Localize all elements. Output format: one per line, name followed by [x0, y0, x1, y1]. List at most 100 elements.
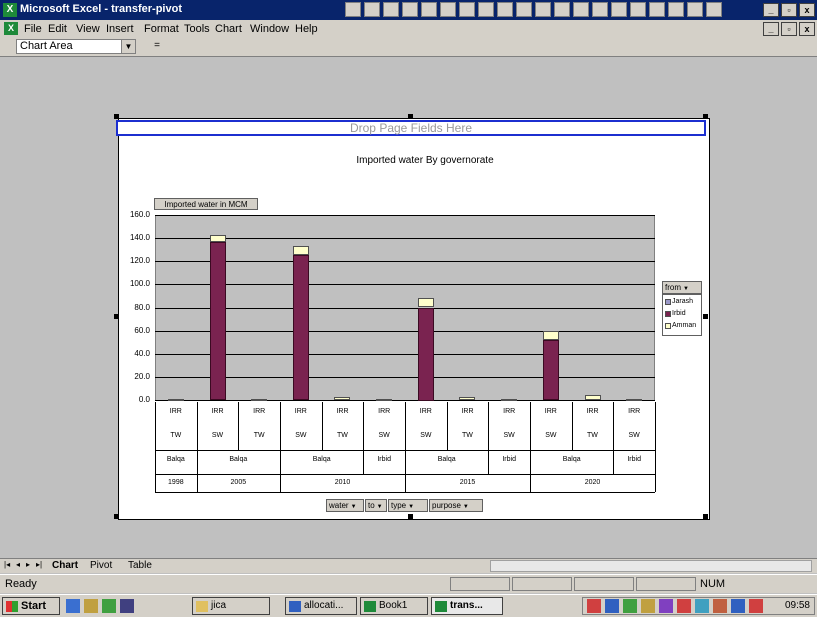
app-icon[interactable]: [102, 599, 116, 613]
bar-amman[interactable]: [210, 235, 226, 242]
horizontal-scrollbar[interactable]: [490, 560, 812, 572]
taskbar-button-jica[interactable]: jica: [192, 597, 270, 615]
toolbar-icon[interactable]: [668, 2, 684, 17]
menu-help[interactable]: Help: [295, 23, 318, 35]
name-box[interactable]: Chart Area ▼: [16, 39, 136, 54]
tray-icon[interactable]: [641, 599, 655, 613]
equals-button[interactable]: =: [150, 40, 164, 53]
chart-title[interactable]: Imported water By governorate: [300, 155, 550, 166]
bar-amman[interactable]: [459, 397, 475, 400]
doc-close-button[interactable]: x: [799, 22, 815, 36]
selection-handle[interactable]: [114, 314, 119, 319]
bar-amman[interactable]: [501, 399, 517, 401]
menu-edit[interactable]: Edit: [48, 23, 67, 35]
menu-view[interactable]: View: [76, 23, 100, 35]
bar-amman[interactable]: [585, 395, 601, 400]
bar-amman[interactable]: [543, 331, 559, 340]
toolbar-icon[interactable]: [421, 2, 437, 17]
toolbar-icon[interactable]: [630, 2, 646, 17]
tray-icon[interactable]: [695, 599, 709, 613]
field-button-water[interactable]: water ▼: [326, 499, 364, 512]
next-sheet-button[interactable]: ▸: [26, 560, 30, 569]
start-button[interactable]: Start: [2, 597, 60, 615]
desktop-icon[interactable]: [120, 599, 134, 613]
doc-restore-button[interactable]: ▫: [781, 22, 797, 36]
bar-amman[interactable]: [251, 399, 267, 401]
legend-field-button[interactable]: from ▼: [662, 281, 702, 294]
menu-file[interactable]: File: [24, 23, 42, 35]
toolbar-icon[interactable]: [573, 2, 589, 17]
selection-handle[interactable]: [114, 114, 119, 119]
minimize-button[interactable]: _: [763, 3, 779, 17]
menu-insert[interactable]: Insert: [106, 23, 134, 35]
maximize-button[interactable]: ▫: [781, 3, 797, 17]
doc-minimize-button[interactable]: _: [763, 22, 779, 36]
toolbar-icon[interactable]: [497, 2, 513, 17]
toolbar-icon[interactable]: [364, 2, 380, 17]
close-button[interactable]: x: [799, 3, 815, 17]
toolbar-icon[interactable]: [383, 2, 399, 17]
sheet-tab-table[interactable]: Table: [128, 559, 152, 572]
toolbar-icon[interactable]: [459, 2, 475, 17]
bar-amman[interactable]: [626, 399, 642, 401]
bar-irbid[interactable]: [418, 308, 434, 401]
toolbar-icon[interactable]: [554, 2, 570, 17]
selection-handle[interactable]: [703, 514, 708, 519]
bar-irbid[interactable]: [210, 242, 226, 400]
selection-handle[interactable]: [114, 514, 119, 519]
tray-icon[interactable]: [749, 599, 763, 613]
toolbar-icon[interactable]: [535, 2, 551, 17]
sheet-tab-chart[interactable]: Chart: [52, 559, 78, 572]
browser-icon[interactable]: [66, 599, 80, 613]
bar-amman[interactable]: [334, 397, 350, 400]
menu-tools[interactable]: Tools: [184, 23, 210, 35]
toolbar-icon[interactable]: [402, 2, 418, 17]
prev-sheet-button[interactable]: ◂: [16, 560, 20, 569]
tray-icon[interactable]: [659, 599, 673, 613]
tray-icon[interactable]: [677, 599, 691, 613]
first-sheet-button[interactable]: |◂: [4, 560, 10, 569]
field-button-purpose[interactable]: purpose ▼: [429, 499, 483, 512]
tray-icon[interactable]: [713, 599, 727, 613]
chevron-down-icon[interactable]: ▼: [121, 40, 135, 53]
toolbar-icon[interactable]: [611, 2, 627, 17]
bar-irbid[interactable]: [543, 340, 559, 400]
field-button-to[interactable]: to ▼: [365, 499, 387, 512]
data-field-button[interactable]: Imported water in MCM: [154, 198, 258, 210]
workbook-icon[interactable]: X: [4, 22, 18, 35]
selection-handle[interactable]: [408, 514, 413, 519]
taskbar-button-book1[interactable]: Book1: [360, 597, 428, 615]
tray-icon[interactable]: [731, 599, 745, 613]
folder-icon[interactable]: [84, 599, 98, 613]
toolbar-icon[interactable]: [706, 2, 722, 17]
field-button-type[interactable]: type ▼: [388, 499, 428, 512]
sheet-tab-pivot[interactable]: Pivot: [90, 559, 112, 572]
bar-amman[interactable]: [418, 298, 434, 307]
taskbar-button-transfer[interactable]: trans...: [431, 597, 503, 615]
toolbar-icon[interactable]: [687, 2, 703, 17]
tray-icon[interactable]: [605, 599, 619, 613]
legend[interactable]: Jarash Irbid Amman: [662, 294, 702, 336]
toolbar-icon[interactable]: [649, 2, 665, 17]
toolbar-icon[interactable]: [345, 2, 361, 17]
excel-icon[interactable]: X: [3, 3, 17, 17]
bar-amman[interactable]: [168, 399, 184, 401]
toolbar-icon[interactable]: [592, 2, 608, 17]
toolbar-icon[interactable]: [516, 2, 532, 17]
toolbar-icon[interactable]: [478, 2, 494, 17]
selection-handle[interactable]: [703, 114, 708, 119]
menu-window[interactable]: Window: [250, 23, 289, 35]
toolbar-icon[interactable]: [440, 2, 456, 17]
taskbar-button-allocation[interactable]: allocati...: [285, 597, 357, 615]
bar-irbid[interactable]: [293, 255, 309, 400]
menu-format[interactable]: Format: [144, 23, 179, 35]
tray-icon[interactable]: [587, 599, 601, 613]
bar-amman[interactable]: [293, 246, 309, 255]
tray-icon[interactable]: [623, 599, 637, 613]
menu-chart[interactable]: Chart: [215, 23, 242, 35]
bar-amman[interactable]: [376, 399, 392, 401]
page-field-drop-zone[interactable]: Drop Page Fields Here: [116, 120, 706, 136]
selection-handle[interactable]: [703, 314, 708, 319]
last-sheet-button[interactable]: ▸|: [36, 560, 42, 569]
selection-handle[interactable]: [408, 114, 413, 119]
